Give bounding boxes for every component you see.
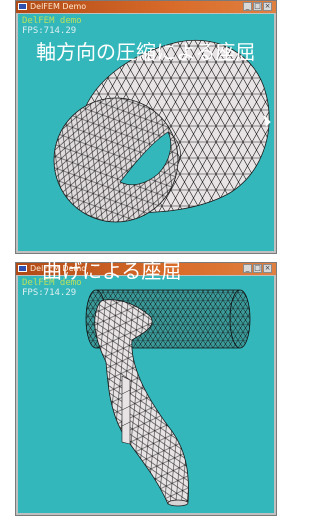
app-icon [18,265,27,272]
maximize-icon[interactable]: □ [253,264,262,273]
app-window-axial[interactable]: DelFEM Demo _ □ × DelFEM demo FPS:714.29 [15,0,277,254]
mesh-render-bending [85,289,251,507]
fps-readout: FPS:714.29 [22,288,77,298]
app-icon [18,3,27,10]
minimize-icon[interactable]: _ [243,2,252,11]
title-bar[interactable]: DelFEM Demo _ □ × [16,1,276,13]
minimize-icon[interactable]: _ [243,264,252,273]
overlay-title: DelFEM demo [22,16,82,26]
window-title: DelFEM Demo [30,2,87,11]
close-icon[interactable]: × [263,2,272,11]
app-window-bending[interactable]: DelFEM Demo _ □ × DelFEM demo FPS:714.29 [15,262,277,516]
close-icon[interactable]: × [263,264,272,273]
caption-bending-buckling: 曲げによる座屈 [42,259,182,283]
caption-axial-buckling: 軸方向の圧縮による座屈 [36,40,256,64]
maximize-icon[interactable]: □ [253,2,262,11]
gl-viewport[interactable]: DelFEM demo FPS:714.29 [18,276,274,513]
fps-readout: FPS:714.29 [22,26,77,36]
